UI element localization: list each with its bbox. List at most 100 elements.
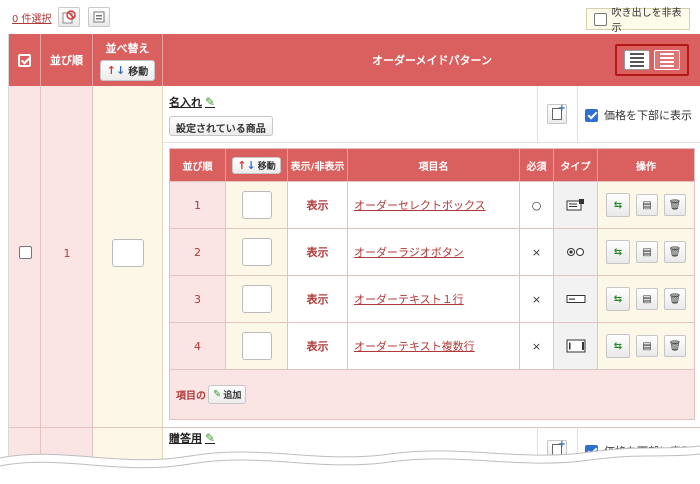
item-actions: ⇆ ▤ 🗑: [598, 229, 694, 275]
item-required: ○: [520, 182, 554, 228]
copy-arrows-icon: ⇆: [613, 340, 623, 352]
item-required: ×: [520, 229, 554, 275]
items-header-order: 並び順: [170, 149, 226, 181]
view-mode-toggle: [615, 44, 689, 76]
copy-item-button[interactable]: ⇆: [606, 193, 630, 217]
sort-order-input[interactable]: [112, 239, 144, 267]
window-icon: ▤: [642, 340, 652, 352]
item-actions: ⇆ ▤ 🗑: [598, 276, 694, 322]
copy-arrows-icon: ⇆: [613, 199, 623, 211]
hide-balloon-toggle[interactable]: 吹き出しを非表示: [586, 8, 690, 34]
item-sort-input[interactable]: [241, 285, 272, 313]
move-button[interactable]: ↑↓ 移動: [99, 59, 156, 81]
select-all-checkbox[interactable]: [18, 53, 31, 67]
item-visibility[interactable]: 表示: [288, 229, 348, 275]
pattern-table: 並び順 並べ替え ↑↓ 移動 オーダーメイドパターン 1 名入れ ✎ 設定されて…: [8, 34, 700, 484]
table-row: 1 表示 オーダーセレクトボックス ○ ⇆ ▤ 🗑: [170, 181, 694, 228]
trash-icon: 🗑: [668, 340, 682, 352]
edit-item-button[interactable]: ▤: [636, 288, 658, 310]
selected-count-link[interactable]: 0 件選択: [12, 10, 52, 25]
item-name-link[interactable]: オーダーテキスト１行: [348, 276, 520, 322]
divider: [537, 86, 538, 142]
item-sort-input[interactable]: [241, 238, 272, 266]
items-move-button[interactable]: ↑↓ 移動: [232, 156, 281, 174]
add-item-button[interactable]: ✎ 追加: [208, 385, 247, 404]
move-button-label: 移動: [128, 66, 149, 78]
list-view-button[interactable]: [624, 50, 650, 70]
window-icon: [93, 11, 105, 23]
item-type-cell: [554, 276, 598, 322]
pattern-row: 1 名入れ ✎ 設定されている商品 価格を下部に表示 並: [9, 86, 700, 427]
trash-icon: 🗑: [668, 199, 682, 211]
item-actions: ⇆ ▤ 🗑: [598, 323, 694, 369]
item-order: 2: [170, 229, 226, 275]
items-move-label: 移動: [257, 161, 276, 172]
delete-item-button[interactable]: 🗑: [664, 335, 686, 357]
delete-item-button[interactable]: 🗑: [664, 288, 686, 310]
add-document-button[interactable]: [547, 103, 567, 124]
row-sort-cell: [93, 86, 163, 427]
item-required: ×: [520, 276, 554, 322]
divider: [577, 86, 578, 142]
pattern-cell: 名入れ ✎ 設定されている商品 価格を下部に表示 並び順 ↑↓: [163, 86, 700, 427]
item-visibility[interactable]: 表示: [288, 323, 348, 369]
item-order: 3: [170, 276, 226, 322]
table-row: 4 表示 オーダーテキスト複数行 × ⇆ ▤ 🗑: [170, 322, 694, 369]
items-table-header: 並び順 ↑↓ 移動 表示/非表示 項目名 必須 タイプ 操作: [170, 149, 694, 181]
clear-selection-button[interactable]: [58, 7, 80, 27]
delete-item-button[interactable]: 🗑: [664, 241, 686, 263]
item-sort-input[interactable]: [241, 191, 272, 219]
edit-item-button[interactable]: ▤: [636, 335, 658, 357]
item-name-link[interactable]: オーダーテキスト複数行: [348, 323, 520, 369]
view-panel-button[interactable]: [88, 7, 110, 27]
item-order: 1: [170, 182, 226, 228]
edit-pencil-icon[interactable]: ✎: [205, 95, 215, 109]
add-document-icon: [552, 103, 566, 120]
items-header-type: タイプ: [554, 149, 598, 181]
copy-arrows-icon: ⇆: [613, 246, 623, 258]
pattern-title-link[interactable]: 名入れ ✎: [169, 94, 215, 110]
item-name-link[interactable]: オーダーセレクトボックス: [348, 182, 520, 228]
window-icon: ▤: [642, 293, 652, 305]
copy-item-button[interactable]: ⇆: [606, 240, 630, 264]
table-header: 並び順 並べ替え ↑↓ 移動 オーダーメイドパターン: [9, 34, 700, 86]
header-select-all[interactable]: [9, 34, 41, 86]
copy-item-button[interactable]: ⇆: [606, 287, 630, 311]
item-type-cell: [554, 323, 598, 369]
item-sort-cell: [226, 323, 288, 369]
no-entry-icon: [62, 10, 76, 24]
pattern-title: 名入れ: [169, 96, 202, 109]
hide-balloon-checkbox[interactable]: [594, 12, 607, 26]
table-row: 3 表示 オーダーテキスト１行 × ⇆ ▤ 🗑: [170, 275, 694, 322]
divider: [163, 142, 700, 143]
item-visibility[interactable]: 表示: [288, 182, 348, 228]
header-sort: 並べ替え ↑↓ 移動: [93, 34, 163, 86]
delete-item-button[interactable]: 🗑: [664, 194, 686, 216]
compact-view-button[interactable]: [654, 50, 680, 70]
items-header-actions: 操作: [636, 161, 656, 173]
add-pencil-icon: ✎: [213, 389, 222, 400]
item-required: ×: [520, 323, 554, 369]
set-products-button[interactable]: 設定されている商品: [169, 116, 273, 136]
row-checkbox[interactable]: [19, 246, 32, 259]
items-header-visibility: 表示/非表示: [288, 149, 348, 181]
text-line-icon: [566, 295, 585, 303]
items-table: 並び順 ↑↓ 移動 表示/非表示 項目名 必須 タイプ 操作 1 表示 オーダー…: [169, 148, 695, 420]
item-type-cell: [554, 229, 598, 275]
price-below-checkbox[interactable]: [585, 108, 598, 122]
item-actions: ⇆ ▤ 🗑: [598, 182, 694, 228]
add-item-row: 項目の ✎ 追加: [176, 385, 247, 404]
copy-item-button[interactable]: ⇆: [606, 334, 630, 358]
price-below-option[interactable]: 価格を下部に表示: [585, 107, 692, 123]
top-toolbar: 0 件選択 吹き出しを非表示: [0, 0, 700, 34]
edit-item-button[interactable]: ▤: [636, 194, 658, 216]
item-sort-input[interactable]: [241, 332, 272, 360]
edit-item-button[interactable]: ▤: [636, 241, 658, 263]
sort-arrows-icon: ↑↓: [106, 63, 126, 77]
row-order-cell: 1: [41, 86, 93, 427]
items-header-required: 必須: [520, 149, 554, 181]
items-header-move: ↑↓ 移動: [226, 149, 288, 181]
item-name-link[interactable]: オーダーラジオボタン: [348, 229, 520, 275]
item-visibility[interactable]: 表示: [288, 276, 348, 322]
item-sort-cell: [226, 229, 288, 275]
